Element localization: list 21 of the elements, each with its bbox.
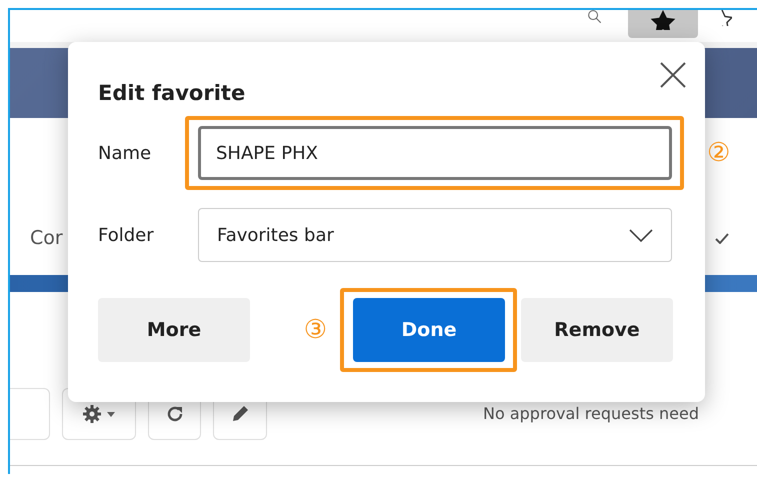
- star-icon: [650, 10, 676, 30]
- dialog-title: Edit favorite: [98, 80, 246, 107]
- name-field[interactable]: SHAPE PHX: [198, 126, 672, 180]
- field-label: Name: [98, 142, 152, 164]
- pencil-icon: [230, 404, 250, 424]
- step-number: ②: [707, 138, 730, 168]
- input-field[interactable]: [10, 388, 50, 440]
- close-button[interactable]: [659, 61, 687, 89]
- secondary-button[interactable]: Remove: [521, 298, 673, 362]
- caret-icon: [107, 412, 115, 416]
- secondary-button[interactable]: More: [98, 298, 250, 362]
- empty-message: No approval requests need: [483, 404, 700, 423]
- folder-dropdown[interactable]: Favorites bar: [198, 208, 672, 262]
- gear-icon: [83, 405, 101, 423]
- checkmark-icon: [715, 232, 729, 244]
- done-button[interactable]: Done: [353, 298, 505, 362]
- field-label: Folder: [98, 224, 155, 246]
- favorite-button[interactable]: [628, 10, 698, 38]
- column-label: Cor: [30, 227, 63, 249]
- step-number: ③: [304, 315, 327, 345]
- chevron-down-icon: [629, 228, 653, 242]
